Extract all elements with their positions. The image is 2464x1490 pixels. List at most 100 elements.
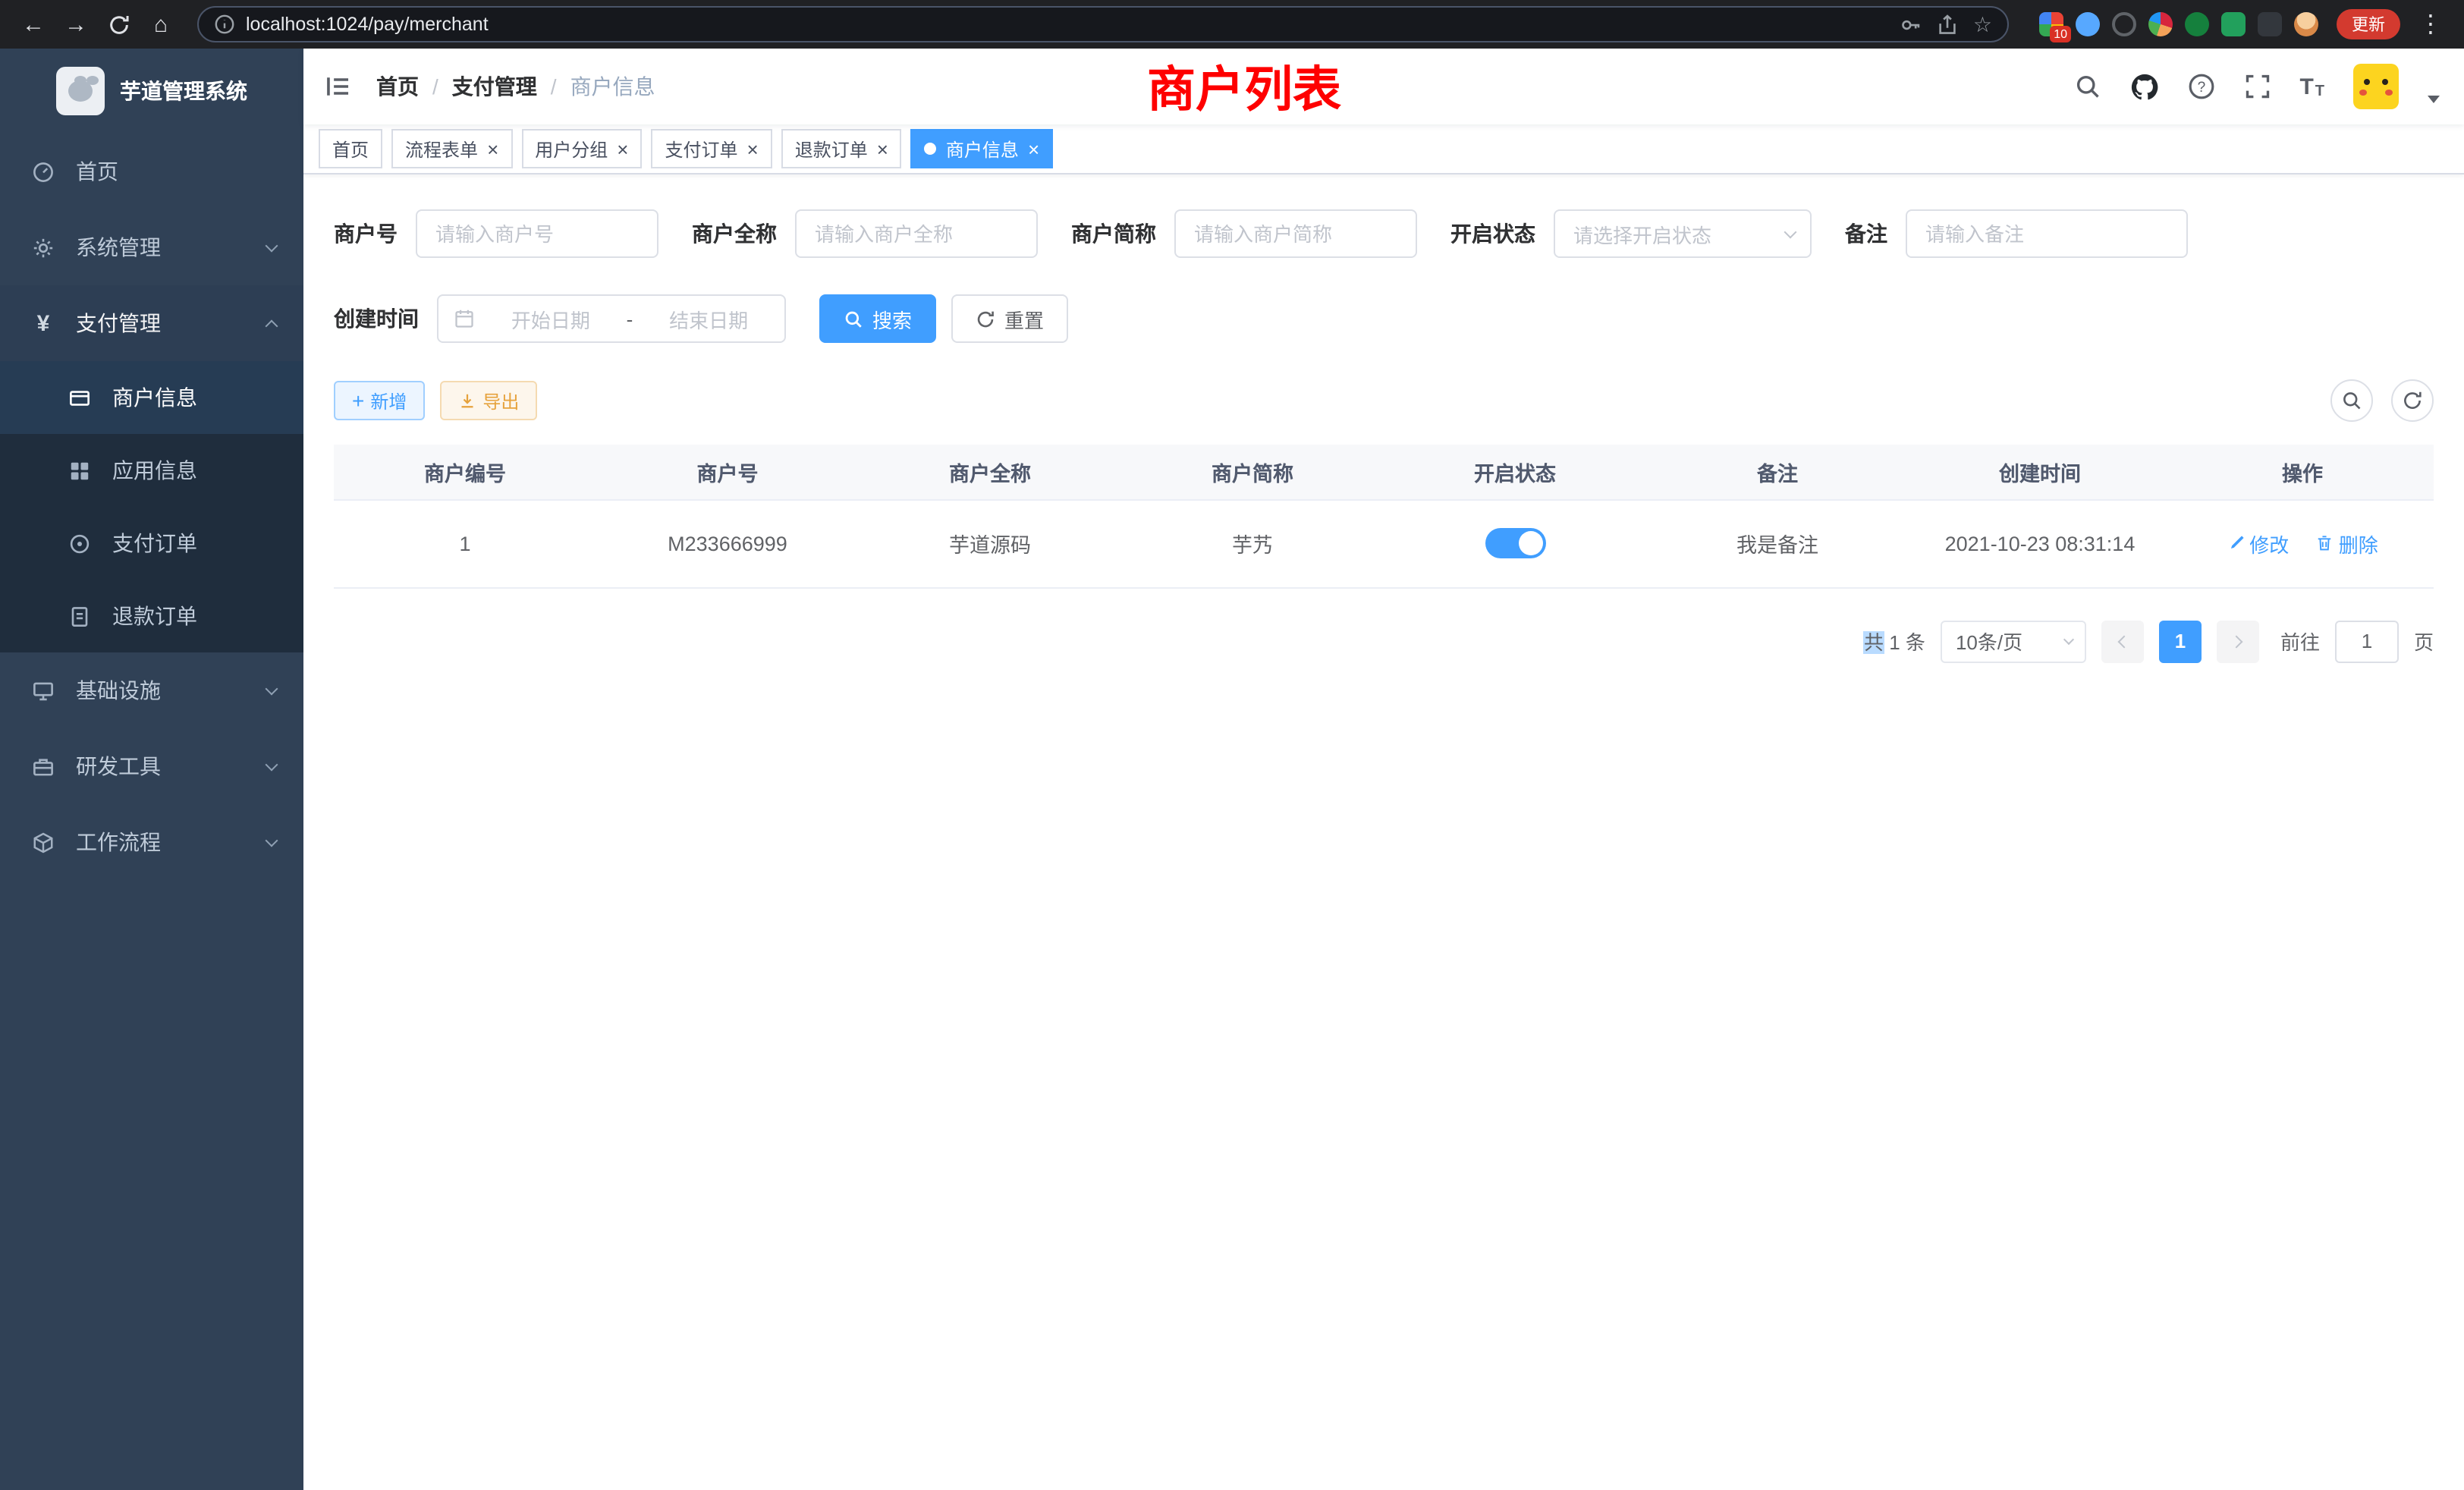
prev-page-button[interactable] (2101, 620, 2144, 662)
full-name-input[interactable] (795, 209, 1038, 258)
extension-icon-1[interactable]: 10 (2039, 12, 2063, 36)
chevron-right-icon (2230, 635, 2242, 648)
breadcrumb: 首页 / 支付管理 / 商户信息 (376, 71, 655, 102)
add-button[interactable]: + 新增 (334, 381, 425, 420)
chevron-down-icon (266, 758, 278, 771)
tab-user-group[interactable]: 用户分组 × (521, 129, 642, 168)
sidebar-item-dev-tools[interactable]: 研发工具 (0, 728, 303, 804)
merchant-no-input[interactable] (416, 209, 658, 258)
sidebar: 芋道管理系统 首页 系统管理 ¥ 支付管理 (0, 49, 303, 1490)
toggle-search-icon[interactable] (2330, 379, 2373, 422)
close-icon[interactable]: × (487, 139, 498, 159)
breadcrumb-home[interactable]: 首页 (376, 71, 419, 102)
close-icon[interactable]: × (747, 139, 759, 159)
goto-page-input[interactable] (2335, 620, 2399, 662)
browser-back-icon[interactable]: ← (15, 6, 52, 42)
fullscreen-icon[interactable] (2243, 73, 2271, 100)
toolbar: + 新增 导出 (334, 379, 2434, 422)
tab-pay-order[interactable]: 支付订单 × (651, 129, 772, 168)
short-name-input[interactable] (1174, 209, 1417, 258)
sidebar-item-pay-order[interactable]: 支付订单 (0, 507, 303, 580)
search-button-label: 搜索 (872, 304, 912, 333)
export-button[interactable]: 导出 (440, 381, 537, 420)
reset-button[interactable]: 重置 (951, 294, 1068, 343)
refresh-table-icon[interactable] (2391, 379, 2434, 422)
status-select[interactable]: 请选择开启状态 (1554, 209, 1812, 258)
sidebar-toggle-icon[interactable] (325, 73, 352, 100)
extension-icon-6[interactable] (2221, 12, 2246, 36)
user-avatar[interactable] (2353, 64, 2399, 109)
extension-icon-5[interactable] (2185, 12, 2209, 36)
table-row: 1 M233666999 芋道源码 芋艿 我是备注 2021-10-23 08:… (334, 499, 2434, 587)
sidebar-item-label: 退款订单 (112, 601, 276, 631)
breadcrumb-payment[interactable]: 支付管理 (452, 71, 537, 102)
extension-badge: 10 (2050, 26, 2071, 42)
url-text: localhost:1024/pay/merchant (246, 14, 489, 35)
sidebar-item-payment[interactable]: ¥ 支付管理 (0, 285, 303, 361)
extension-icon-3[interactable] (2112, 12, 2136, 36)
tab-label: 退款订单 (795, 136, 868, 162)
chevron-down-icon (266, 682, 278, 695)
chevron-down-icon (266, 239, 278, 252)
update-button[interactable]: 更新 (2337, 9, 2400, 39)
dashboard-icon (30, 160, 56, 183)
share-icon[interactable] (1937, 13, 1960, 36)
delete-link[interactable]: 删除 (2316, 529, 2378, 558)
sidebar-item-merchant-info[interactable]: 商户信息 (0, 361, 303, 434)
tab-refund-order[interactable]: 退款订单 × (781, 129, 902, 168)
tab-merchant-info[interactable]: 商户信息 × (911, 129, 1053, 168)
browser-forward-icon[interactable]: → (58, 6, 94, 42)
page-info-icon[interactable] (214, 14, 235, 35)
tab-home[interactable]: 首页 (319, 129, 382, 168)
sidebar-item-infrastructure[interactable]: 基础设施 (0, 652, 303, 728)
yen-icon: ¥ (30, 310, 56, 336)
end-date-placeholder: 结束日期 (648, 304, 769, 333)
extension-icon-8[interactable] (2294, 12, 2318, 36)
page-1-button[interactable]: 1 (2159, 620, 2202, 662)
cell-status (1384, 499, 1646, 587)
card-icon (67, 386, 93, 409)
monitor-icon (30, 679, 56, 702)
cube-icon (30, 831, 56, 853)
date-range-picker[interactable]: 开始日期 - 结束日期 (437, 294, 786, 343)
extension-icon-4[interactable] (2148, 12, 2173, 36)
start-date-placeholder: 开始日期 (490, 304, 611, 333)
user-caret-icon[interactable] (2428, 95, 2440, 102)
page-size-select[interactable]: 10条/页 (1941, 620, 2086, 662)
url-bar[interactable]: localhost:1024/pay/merchant ☆ (197, 6, 2009, 42)
sidebar-menu: 首页 系统管理 ¥ 支付管理 商户信息 (0, 134, 303, 880)
screenshot-root: ← → ⌂ localhost:1024/pay/merchant ☆ 10 (0, 0, 2464, 1490)
sidebar-item-system[interactable]: 系统管理 (0, 209, 303, 285)
font-size-icon[interactable]: TT (2299, 74, 2324, 99)
close-icon[interactable]: × (617, 139, 628, 159)
sidebar-item-label: 基础设施 (76, 675, 267, 706)
close-icon[interactable]: × (877, 139, 888, 159)
tab-process-form[interactable]: 流程表单 × (391, 129, 512, 168)
remark-input[interactable] (1906, 209, 2188, 258)
search-icon[interactable] (2073, 73, 2101, 100)
extension-icon-7[interactable] (2258, 12, 2282, 36)
browser-reload-icon[interactable] (100, 6, 137, 42)
svg-text:?: ? (2197, 80, 2205, 96)
search-button[interactable]: 搜索 (819, 294, 936, 343)
document-icon (67, 605, 93, 627)
help-icon[interactable]: ? (2187, 73, 2214, 100)
cell-create-time: 2021-10-23 08:31:14 (1909, 499, 2171, 587)
sidebar-item-refund-order[interactable]: 退款订单 (0, 580, 303, 652)
sidebar-item-label: 系统管理 (76, 232, 267, 262)
pagination: 共 1 条 10条/页 1 前往 页 (334, 620, 2434, 662)
browser-home-icon[interactable]: ⌂ (143, 6, 179, 42)
password-key-icon[interactable] (1900, 13, 1923, 36)
edit-link[interactable]: 修改 (2227, 529, 2289, 558)
browser-menu-icon[interactable]: ⋮ (2412, 6, 2449, 42)
extension-icon-2[interactable] (2076, 12, 2100, 36)
bookmark-star-icon[interactable]: ☆ (1973, 14, 1992, 35)
close-icon[interactable]: × (1028, 139, 1039, 159)
sidebar-item-app-info[interactable]: 应用信息 (0, 434, 303, 507)
status-toggle[interactable] (1485, 528, 1545, 558)
github-icon[interactable] (2129, 72, 2158, 101)
gear-icon (30, 236, 56, 259)
sidebar-item-workflow[interactable]: 工作流程 (0, 804, 303, 880)
sidebar-item-home[interactable]: 首页 (0, 134, 303, 209)
next-page-button[interactable] (2217, 620, 2259, 662)
